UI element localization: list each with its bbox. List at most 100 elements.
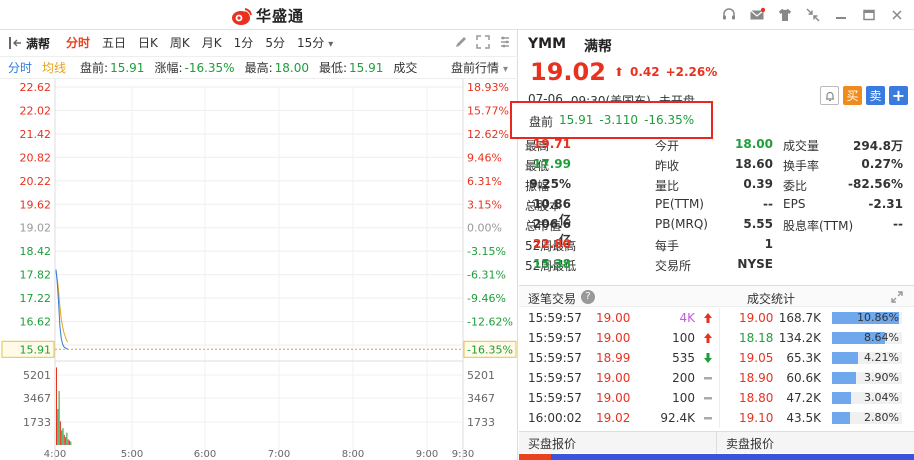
bid-quotes-title[interactable]: 买盘报价 — [528, 435, 576, 452]
sell-button[interactable]: 卖 — [866, 86, 885, 105]
period-tab-5min[interactable]: 5分 — [259, 30, 291, 57]
buy-button[interactable]: 买 — [843, 86, 862, 105]
ticks-list: 15:59:57 19.00 4K 15:59:57 19.00 100 15:59:57 1… — [519, 308, 719, 428]
period-tab-day[interactable]: 日K — [132, 30, 164, 57]
pen-icon[interactable] — [454, 35, 468, 49]
maximize-icon[interactable] — [858, 5, 880, 25]
app-name: 华盛通 — [256, 7, 305, 25]
pct-tick-label: 3.15% — [467, 198, 502, 211]
stats-row: 最高 19.71 今开 18.00 成交量 294.8万 — [525, 135, 914, 155]
arrow-down-icon — [704, 353, 712, 363]
indicator-avg[interactable]: 均线 — [42, 59, 66, 76]
logo-icon — [232, 7, 252, 25]
premarket-highlight-box: 盘前 15.91 -3.110 -16.35% — [510, 101, 713, 139]
period-tab-week[interactable]: 周K — [164, 30, 196, 57]
indicator-fenshi[interactable]: 分时 — [8, 59, 32, 76]
volstat-bar-fill — [832, 412, 850, 424]
period-dropdown-15min[interactable]: 15分 — [291, 30, 339, 57]
last-price: 19.02 — [530, 58, 606, 86]
settings-icon[interactable] — [498, 35, 512, 49]
order-book-header: 买盘报价 卖盘报价 — [519, 431, 914, 454]
volstat-bar: 2.80% — [832, 411, 902, 424]
alert-button[interactable] — [820, 86, 839, 105]
volstat-bar-fill — [832, 352, 858, 364]
help-icon[interactable]: ? — [581, 290, 595, 304]
time-tick-label: 7:00 — [268, 449, 290, 460]
neutral-dash-icon — [704, 417, 712, 420]
info-low-label: 最低: — [318, 61, 348, 75]
volume-bar — [56, 367, 57, 445]
price-tick-label: 20.82 — [20, 151, 52, 164]
sidebar-toggle-icon[interactable] — [8, 36, 22, 50]
price-tick-label: 18.42 — [20, 245, 52, 258]
stat-value: 1 — [764, 237, 773, 251]
volume-tick-label-right: 1733 — [467, 416, 495, 429]
stats-row: 总股本 10.86亿 PE(TTM) -- EPS -2.31 — [525, 195, 914, 227]
info-high-value: 18.00 — [274, 60, 309, 75]
price-change: 0.42 — [629, 65, 660, 79]
close-icon[interactable] — [886, 5, 908, 25]
info-low-value: 15.91 — [349, 60, 384, 75]
tick-time: 16:00:02 — [528, 411, 582, 425]
stats-grid: 最高 19.71 今开 18.00 成交量 294.8万 最低 17.99 昨收 18.60 换手率… — [525, 135, 914, 275]
volstat-price: 18.80 — [739, 391, 774, 405]
stat-value: 17.99 — [533, 157, 571, 171]
volstat-price: 19.10 — [739, 411, 774, 425]
price-tick-label: 20.22 — [20, 175, 52, 188]
time-tick-label: 8:00 — [342, 449, 364, 460]
tick-row: 15:59:57 18.99 535 — [519, 348, 719, 368]
tick-price: 19.02 — [596, 411, 631, 425]
volstat-bar-fill — [832, 372, 856, 384]
stat-value: 22.80 — [533, 237, 571, 251]
intraday-chart[interactable]: 22.62 18.93% 22.02 15.77% 21.42 12.62% 20.82 9.… — [0, 79, 518, 460]
title-bar: 华盛通 — [0, 0, 914, 30]
stock-symbol: YMM — [528, 36, 567, 52]
volstat-bar-fill — [832, 392, 851, 404]
ask-quotes-title[interactable]: 卖盘报价 — [726, 435, 774, 452]
tick-price: 18.99 — [596, 351, 631, 365]
stat-label: 委比 — [783, 179, 808, 193]
pct-tick-label: 18.93% — [467, 81, 509, 94]
period-tab-month[interactable]: 月K — [196, 30, 228, 57]
volstat-row: 19.10 43.5K 2.80% — [720, 408, 914, 428]
tick-time: 15:59:57 — [528, 331, 582, 345]
price-tick-label: 19.02 — [20, 222, 52, 235]
period-tab-fenshi[interactable]: 分时 — [60, 30, 96, 57]
volstat-volume: 43.5K — [786, 411, 821, 425]
tick-row: 16:00:02 19.02 92.4K — [519, 408, 719, 428]
stat-label: PE(TTM) — [655, 197, 704, 211]
volume-stats-tab[interactable]: 成交统计 — [747, 290, 795, 307]
stat-value: 0.27% — [861, 157, 903, 171]
chart-panel: 满帮 分时 五日 日K 周K 月K 1分 5分 15分 分时 均线 盘前: 15… — [0, 30, 518, 460]
fullscreen-icon[interactable] — [476, 35, 490, 49]
volstat-row: 18.90 60.6K 3.90% — [720, 368, 914, 388]
period-tab-1min[interactable]: 1分 — [228, 30, 260, 57]
premarket-change: -3.110 — [599, 113, 639, 127]
stat-value: 19.71 — [533, 137, 571, 151]
volstat-price: 18.18 — [739, 331, 774, 345]
neutral-dash-icon — [704, 397, 712, 400]
expand-icon[interactable] — [890, 290, 904, 304]
collapse-icon[interactable] — [802, 5, 824, 25]
info-chg-value: -16.35% — [184, 60, 235, 75]
period-tab-5day[interactable]: 五日 — [96, 30, 132, 57]
chart-info-bar: 分时 均线 盘前: 15.91 涨幅: -16.35% 最高: 18.00 最低… — [0, 57, 518, 79]
chart-toolbar: 满帮 分时 五日 日K 周K 月K 1分 5分 15分 — [0, 30, 518, 57]
stat-label: 交易所 — [655, 259, 692, 273]
mail-icon[interactable] — [746, 5, 768, 25]
volstat-pct: 10.86% — [857, 311, 899, 324]
market-session-dropdown[interactable]: 盘前行情 — [451, 57, 508, 79]
volstat-bar: 4.21% — [832, 351, 902, 364]
stat-value: -- — [763, 197, 773, 211]
stat-value: 9.25% — [529, 177, 571, 191]
volume-tick-label: 5201 — [23, 369, 51, 382]
stat-value: 15.38 — [533, 257, 571, 271]
stat-value: 5.55 — [743, 217, 773, 231]
headset-icon[interactable] — [718, 5, 740, 25]
premarket-quote: 盘前 15.91 -3.110 -16.35% — [529, 113, 694, 130]
shirt-icon[interactable] — [774, 5, 796, 25]
add-watchlist-button[interactable]: + — [889, 86, 908, 105]
tick-row: 15:59:57 19.00 100 — [519, 388, 719, 408]
ticks-tab[interactable]: 逐笔交易 — [528, 290, 576, 307]
minimize-icon[interactable] — [830, 5, 852, 25]
